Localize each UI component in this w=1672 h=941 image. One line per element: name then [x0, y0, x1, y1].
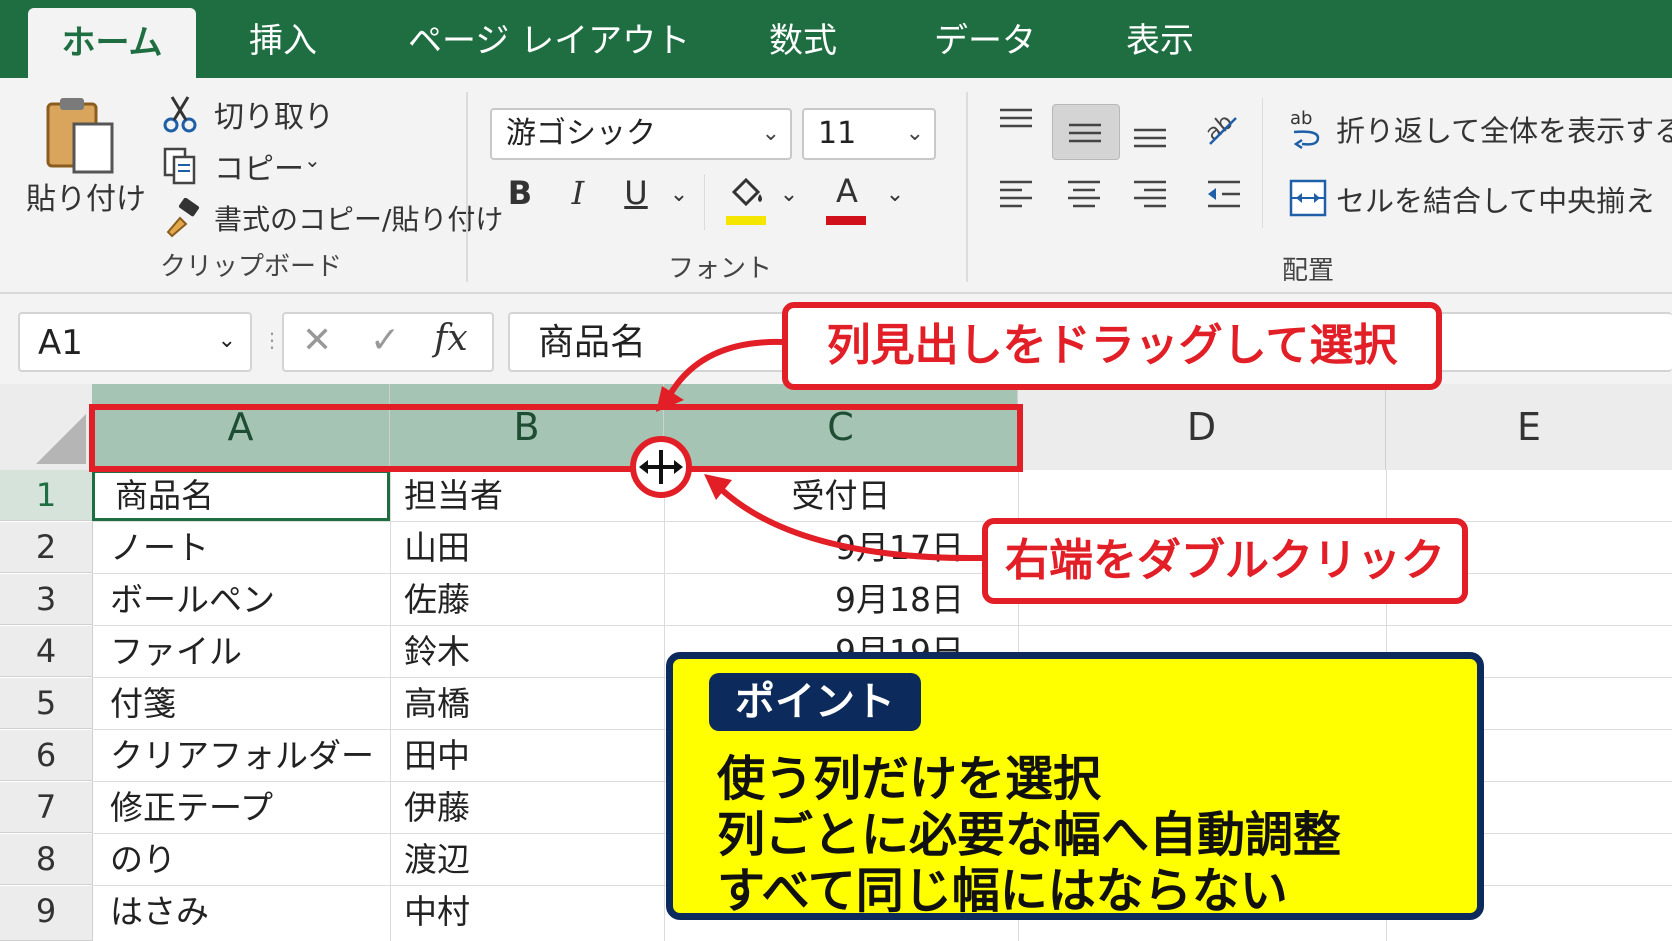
resize-horizontal-icon [639, 450, 683, 484]
drag-callout: 列見出しをドラッグして選択 [782, 302, 1442, 390]
point-tag: ポイント [709, 673, 921, 731]
point-box: ポイント 使う列だけを選択 列ごとに必要な幅へ自動調整 すべて同じ幅にはならない [666, 652, 1484, 920]
double-click-callout: 右端をダブルクリック [982, 518, 1468, 604]
point-line-3: すべて同じ幅にはならない [717, 863, 1288, 919]
column-resize-cursor[interactable] [630, 436, 692, 498]
